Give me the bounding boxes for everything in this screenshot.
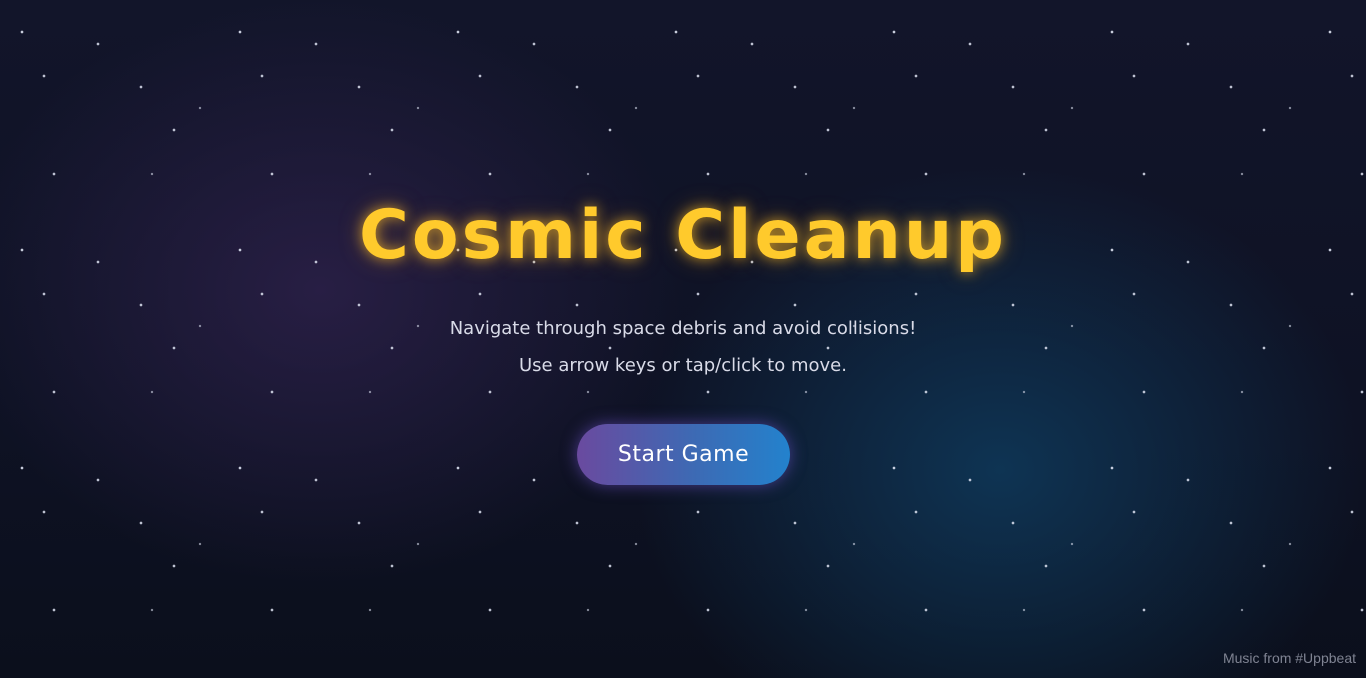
- starfield-background: [0, 0, 1366, 678]
- start-screen: Cosmic Cleanup Navigate through space de…: [0, 0, 1366, 678]
- instructions-line-2: Use arrow keys or tap/click to move.: [519, 355, 847, 376]
- start-game-button[interactable]: Start Game: [577, 424, 790, 485]
- music-credit: Music from #Uppbeat: [1222, 650, 1356, 666]
- instructions-line-1: Navigate through space debris and avoid …: [449, 318, 917, 339]
- game-title: Cosmic Cleanup: [359, 196, 1007, 275]
